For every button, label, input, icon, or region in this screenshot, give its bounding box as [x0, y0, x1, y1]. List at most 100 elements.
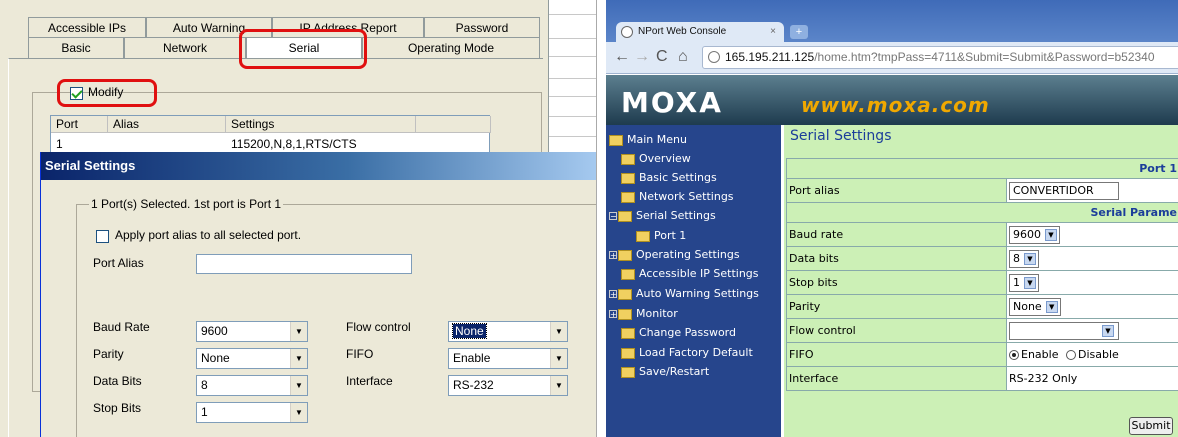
- data-bits-select[interactable]: 8 ▼: [1009, 249, 1039, 268]
- flow-control-label: Flow control: [346, 320, 411, 334]
- row-port[interactable]: 1: [51, 136, 63, 152]
- col-extra: [416, 116, 491, 133]
- folder-icon: [621, 153, 635, 165]
- home-icon[interactable]: ⌂: [678, 48, 688, 66]
- table-row: Stop bits 1 ▼: [786, 270, 1178, 295]
- address-bar[interactable]: 165.195.211.125/home.htm?tmpPass=4711&Su…: [702, 46, 1178, 69]
- fifo-disable-radio[interactable]: [1065, 350, 1076, 360]
- browser-window: NPort Web Console × + ← → C ⌂ 165.195.21…: [606, 0, 1178, 437]
- apply-alias-label: Apply port alias to all selected port.: [115, 228, 302, 242]
- moxa-banner: MOXA www.moxa.com: [606, 75, 1178, 125]
- content-area: Serial Settings Port 1 Port alias CONVER…: [784, 125, 1178, 437]
- moxa-site-link[interactable]: www.moxa.com: [801, 93, 990, 117]
- close-icon[interactable]: ×: [770, 22, 776, 42]
- row-label: Data bits: [786, 246, 1007, 271]
- fifo-enable-radio[interactable]: [1009, 350, 1019, 360]
- row-label: Interface: [786, 366, 1007, 391]
- dropdown-arrow-icon[interactable]: ▼: [290, 403, 307, 422]
- interface-value: RS-232 Only: [1006, 366, 1178, 391]
- folder-icon: [621, 327, 635, 339]
- tab-operating-mode[interactable]: Operating Mode: [362, 37, 540, 58]
- row-label: Baud rate: [786, 222, 1007, 247]
- dropdown-arrow-icon[interactable]: ▼: [290, 349, 307, 368]
- dropdown-arrow-icon[interactable]: ▼: [290, 376, 307, 395]
- tab-basic[interactable]: Basic: [28, 37, 124, 58]
- globe-icon: [621, 26, 633, 38]
- tab-accessible-ips[interactable]: Accessible IPs: [28, 17, 146, 38]
- nav-overview[interactable]: Overview: [621, 152, 691, 166]
- data-bits-combo[interactable]: 8 ▼: [196, 375, 308, 396]
- fifo-enable-label: Enable: [1021, 348, 1059, 361]
- folder-icon: [621, 191, 635, 203]
- tab-network[interactable]: Network: [124, 37, 246, 58]
- chevron-down-icon[interactable]: ▼: [1045, 228, 1057, 241]
- expand-icon[interactable]: +: [609, 290, 617, 299]
- fifo-disable-label: Disable: [1077, 348, 1119, 361]
- tab-password[interactable]: Password: [424, 17, 540, 38]
- serial-tab-highlight: [239, 29, 367, 69]
- port-list[interactable]: Port Alias Settings 1 115200,N,8,1,RTS/C…: [50, 115, 491, 155]
- table-row: Port alias CONVERTIDOR: [786, 178, 1178, 203]
- nav-operating-settings[interactable]: + Operating Settings: [609, 248, 740, 262]
- new-tab-button[interactable]: +: [790, 25, 808, 39]
- url-host: 165.195.211.125: [725, 50, 815, 64]
- serial-settings-table: Port 1 Port alias CONVERTIDOR Serial Par…: [786, 158, 1178, 391]
- dropdown-arrow-icon[interactable]: ▼: [550, 349, 567, 368]
- nav-port-1[interactable]: Port 1: [636, 229, 686, 243]
- chevron-down-icon[interactable]: ▼: [1045, 300, 1058, 313]
- interface-combo[interactable]: RS-232 ▼: [448, 375, 568, 396]
- page-info-icon[interactable]: [708, 51, 720, 63]
- nav-basic-settings[interactable]: Basic Settings: [621, 171, 717, 185]
- dropdown-arrow-icon[interactable]: ▼: [550, 376, 567, 395]
- table-row: Parity None ▼: [786, 294, 1178, 319]
- folder-icon: [621, 268, 635, 280]
- nav-tree: Main Menu Overview Basic Settings Networ…: [606, 125, 781, 437]
- flow-control-select[interactable]: ▼: [1009, 321, 1119, 340]
- stop-bits-combo[interactable]: 1 ▼: [196, 402, 308, 423]
- nav-accessible-ip-settings[interactable]: Accessible IP Settings: [621, 267, 759, 281]
- flow-control-combo[interactable]: None ▼: [448, 321, 568, 342]
- col-settings[interactable]: Settings: [226, 116, 416, 133]
- nav-load-factory-default[interactable]: Load Factory Default: [621, 346, 753, 360]
- chevron-down-icon[interactable]: ▼: [1102, 324, 1114, 337]
- reload-icon[interactable]: C: [656, 48, 668, 66]
- nav-monitor[interactable]: + Monitor: [609, 307, 678, 321]
- submit-button[interactable]: Submit: [1129, 417, 1173, 435]
- moxa-logo[interactable]: MOXA: [621, 86, 723, 119]
- row-settings[interactable]: 115200,N,8,1,RTS/CTS: [226, 136, 357, 152]
- dropdown-arrow-icon[interactable]: ▼: [290, 322, 307, 341]
- apply-alias-checkbox[interactable]: [96, 230, 109, 243]
- row-label: Flow control: [786, 318, 1007, 343]
- fifo-label: FIFO: [346, 347, 374, 361]
- nav-change-password[interactable]: Change Password: [621, 326, 736, 340]
- folder-icon: [621, 172, 635, 184]
- browser-toolbar: ← → C ⌂ 165.195.211.125/home.htm?tmpPass…: [606, 42, 1178, 74]
- parity-select[interactable]: None ▼: [1009, 297, 1061, 316]
- nav-auto-warning-settings[interactable]: + Auto Warning Settings: [609, 287, 759, 301]
- collapse-icon[interactable]: −: [609, 212, 617, 221]
- forward-arrow-icon[interactable]: →: [634, 48, 650, 66]
- col-alias[interactable]: Alias: [108, 116, 226, 133]
- chevron-down-icon[interactable]: ▼: [1024, 252, 1036, 265]
- nav-network-settings[interactable]: Network Settings: [621, 190, 734, 204]
- browser-tab[interactable]: NPort Web Console ×: [616, 22, 784, 42]
- parity-combo[interactable]: None ▼: [196, 348, 308, 369]
- table-row: FIFO Enable Disable: [786, 342, 1178, 367]
- fifo-combo[interactable]: Enable ▼: [448, 348, 568, 369]
- nav-main-menu[interactable]: Main Menu: [609, 133, 687, 147]
- nav-save-restart[interactable]: Save/Restart: [621, 365, 709, 379]
- stop-bits-select[interactable]: 1 ▼: [1009, 273, 1039, 292]
- expand-icon[interactable]: +: [609, 251, 617, 260]
- baud-rate-combo[interactable]: 9600 ▼: [196, 321, 308, 342]
- port-alias-input[interactable]: [196, 254, 412, 274]
- port-alias-field[interactable]: CONVERTIDOR: [1009, 181, 1119, 200]
- col-port[interactable]: Port: [51, 116, 108, 133]
- port-alias-label: Port Alias: [93, 256, 144, 270]
- nav-serial-settings[interactable]: − Serial Settings: [609, 209, 716, 223]
- back-arrow-icon[interactable]: ←: [614, 48, 630, 66]
- expand-icon[interactable]: +: [609, 310, 617, 319]
- chevron-down-icon[interactable]: ▼: [1024, 276, 1036, 289]
- baud-rate-select[interactable]: 9600 ▼: [1009, 225, 1060, 244]
- dialog-title[interactable]: Serial Settings: [41, 152, 596, 180]
- dropdown-arrow-icon[interactable]: ▼: [550, 322, 567, 341]
